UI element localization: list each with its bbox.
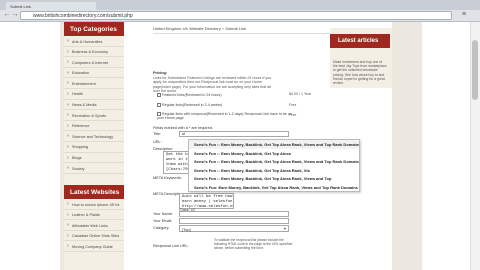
radio-featured[interactable]	[157, 93, 161, 97]
sidebar-latest-link[interactable]: Leather & Plaids	[64, 210, 124, 221]
breadcrumb-home[interactable]: United Kingdom UK Website Directory	[153, 26, 221, 31]
radio-regular[interactable]	[157, 103, 161, 107]
autocomplete-item[interactable]: Seesi's Fun: Earn Money, Backlink, Get T…	[189, 183, 359, 192]
option-regular[interactable]: Regular links(Reviewed in 3-4 weeks)	[157, 103, 222, 107]
autocomplete-item[interactable]: Seesi's Fun :: Earn Money, Backlink, Get…	[189, 174, 359, 183]
address-bar[interactable]: www.britishcombinedirectory.com/submit.p…	[20, 11, 452, 20]
price-regular: Free	[289, 103, 297, 107]
sidebar-latest-link[interactable]: Affordable Web Links	[64, 220, 124, 231]
sidebar-category-link[interactable]: Shopping	[64, 142, 124, 153]
sidebar-category-link[interactable]: Blogs	[64, 153, 124, 164]
meta-description-textarea[interactable]: Auto will be free now and earn money | s…	[179, 193, 234, 209]
sidebar-latest-link[interactable]: Moving Company Guide	[64, 241, 124, 252]
option-reciprocal[interactable]: Regular links with reciprocal(Reviewed i…	[157, 112, 297, 120]
autocomplete-dropdown: Seesi's Fun :: Earn Money, Backlink, Get…	[188, 139, 360, 192]
pricing-text: Links for Submission Featured Listings a…	[153, 76, 272, 94]
scrollbar-thumb[interactable]	[472, 40, 478, 100]
chevron-down-icon: ▾	[283, 226, 286, 231]
sidebar-latest-link[interactable]: Canadian Online Slots Sites	[64, 231, 124, 242]
url-label: URL:	[153, 140, 162, 144]
latest-websites-list: How to unlock Iphone 4S forLeather & Pla…	[64, 199, 124, 252]
sidebar-category-link[interactable]: Education	[64, 68, 124, 79]
category-value: [Top]	[182, 227, 191, 232]
top-categories-list: Arts & HumanitiesBusiness & EconomyCompu…	[64, 36, 124, 174]
back-icon[interactable]: ←	[3, 11, 11, 19]
menu-icon[interactable]: ≡	[460, 11, 468, 19]
url-text: www.britishcombinedirectory.com/submit.p…	[33, 13, 133, 19]
autocomplete-item[interactable]: Seesi's Fun :: Earn Money, Backlink, Get…	[189, 149, 359, 158]
option-regular-label: Regular links(Reviewed in 3-4 weeks)	[162, 103, 223, 107]
email-input[interactable]	[179, 218, 289, 224]
reciprocal-label: Reciprocal Link URL:	[153, 244, 189, 248]
breadcrumb-separator: »	[221, 26, 225, 31]
breadcrumb-current: Submit Link	[225, 26, 247, 31]
sidebar-category-link[interactable]: Entertainment	[64, 78, 124, 89]
sidebar-category-link[interactable]: Society	[64, 163, 124, 174]
latest-websites-heading: Latest Websites	[64, 185, 124, 199]
page-margin-right	[392, 22, 422, 270]
category-label: Category:	[153, 226, 170, 230]
sidebar-latest-link[interactable]: How to unlock Iphone 4S for	[64, 199, 124, 210]
price-featured: $4.00 / 1 Year	[289, 92, 312, 96]
pricing-title: Pricing:	[153, 71, 168, 75]
name-label: Your Name:	[153, 212, 173, 216]
description-textarea[interactable]: Get the be work in th them with [Chars:7…	[163, 151, 191, 174]
divider	[153, 33, 331, 34]
sidebar-category-link[interactable]: Health	[64, 89, 124, 100]
sidebar-category-link[interactable]: Arts & Humanities	[64, 36, 124, 47]
sidebar-category-link[interactable]: Science and Technology	[64, 131, 124, 142]
reciprocal-note: To validate the reciprocal link please i…	[214, 238, 293, 250]
name-input[interactable]	[179, 211, 289, 217]
sidebar-category-link[interactable]: Reference	[64, 121, 124, 132]
sidebar-category-link[interactable]: Recreation & Sports	[64, 110, 124, 121]
option-reciprocal-label: Regular links with reciprocal(Reviewed i…	[157, 112, 292, 121]
forward-icon[interactable]: →	[11, 11, 19, 19]
browser-tab[interactable]: Submit Link	[6, 2, 96, 10]
required-note: Fields marked with a * are required.	[153, 126, 213, 130]
price-reciprocal: Free	[289, 113, 297, 117]
sidebar-category-link[interactable]: Computers & Internet	[64, 57, 124, 68]
sidebar-category-link[interactable]: Business & Economy	[64, 47, 124, 58]
top-categories-heading: Top Categories	[64, 22, 124, 36]
breadcrumb: United Kingdom UK Website Directory » Su…	[153, 26, 246, 31]
autocomplete-item[interactable]: Seesi's Fun :: Earn Money, Backlink, Get…	[189, 157, 359, 166]
category-select[interactable]: [Top] ▾	[179, 225, 289, 232]
option-featured[interactable]: Featured links(Reviewed in 24 hours)	[157, 93, 222, 97]
latest-articles-heading: Latest articles	[330, 34, 390, 48]
title-label: Title:	[153, 132, 162, 136]
autocomplete-item[interactable]: Seesi's Fun :: Earn Money, Backlink, Get…	[189, 166, 359, 175]
meta-keywords-label: META Keywords:	[153, 176, 182, 180]
title-input[interactable]: sl	[179, 131, 289, 137]
option-featured-label: Featured links(Reviewed in 24 hours)	[162, 93, 222, 97]
sidebar-category-link[interactable]: News & Media	[64, 100, 124, 111]
latest-articles-text: Make investment and buy one of the best …	[333, 60, 387, 86]
email-label: Your Email:	[153, 219, 173, 223]
autocomplete-item[interactable]: Seesi's Fun :: Earn Money, Backlink, Get…	[189, 140, 359, 149]
